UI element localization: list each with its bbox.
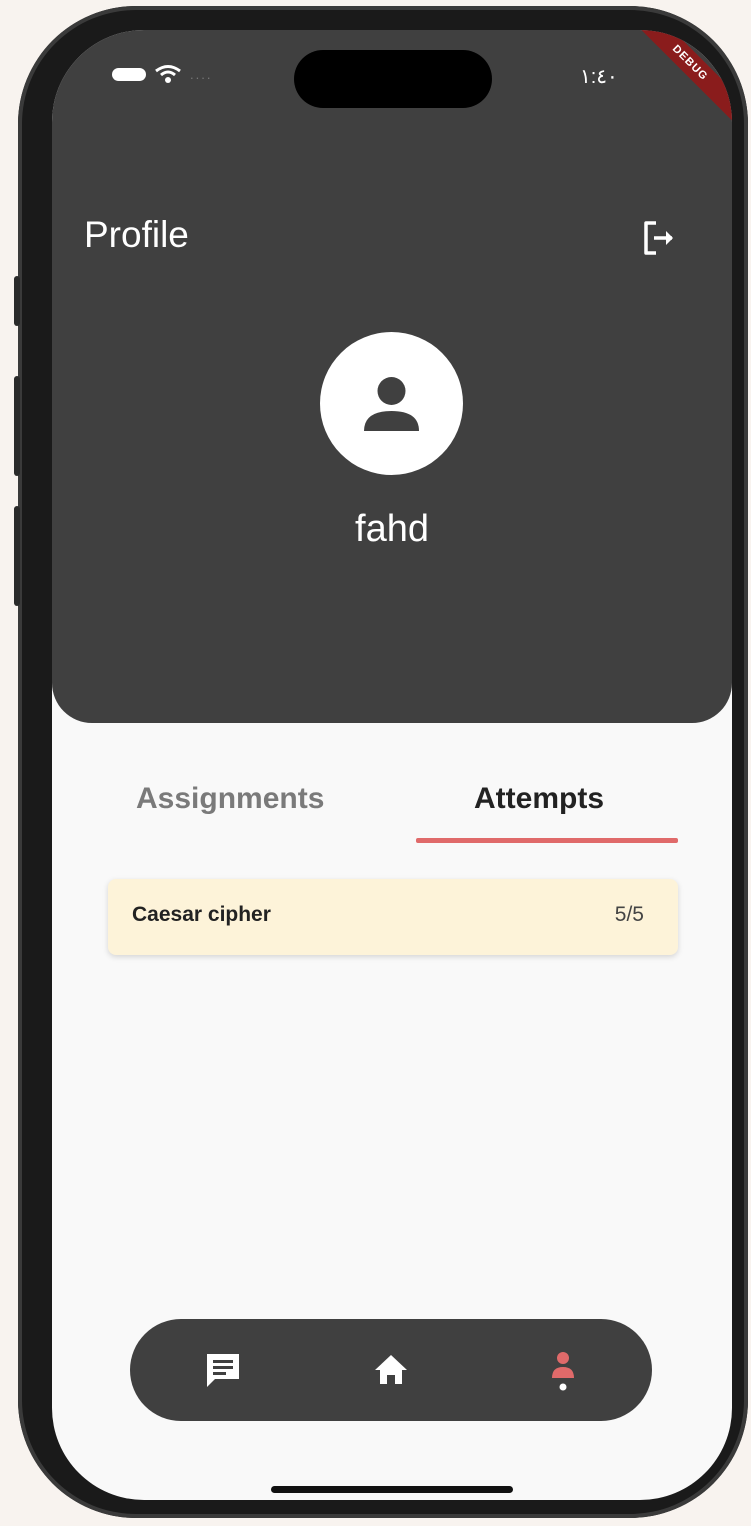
tab-indicator [416, 838, 678, 843]
nav-profile[interactable] [540, 1345, 586, 1395]
home-icon [375, 1355, 407, 1384]
status-bar: .... ١:٤٠ DEBUG [52, 30, 732, 128]
dynamic-island [294, 50, 492, 108]
logout-icon[interactable] [640, 218, 680, 258]
side-button-mute [14, 276, 20, 326]
profile-icon [552, 1352, 574, 1391]
page-title: Profile [84, 214, 189, 255]
signal-dots: .... [190, 66, 213, 82]
profile-header: .... ١:٤٠ DEBUG Profile fahd [52, 30, 732, 723]
app-screen: .... ١:٤٠ DEBUG Profile fahd Assignments… [52, 30, 732, 1500]
wifi-icon [155, 65, 181, 83]
attempt-title: Caesar cipher [132, 903, 271, 926]
side-button-volume-up [14, 376, 20, 476]
tab-bar: Assignments Attempts [82, 770, 702, 844]
side-button-volume-down [14, 506, 20, 606]
debug-banner: DEBUG [625, 30, 732, 128]
avatar [320, 332, 463, 475]
attempt-score: 5/5 [614, 903, 644, 926]
nav-home[interactable] [368, 1345, 414, 1395]
nav-chat[interactable] [200, 1345, 246, 1395]
home-indicator[interactable] [271, 1486, 513, 1493]
person-icon [364, 377, 419, 431]
battery-icon [112, 67, 146, 81]
username: fahd [355, 508, 429, 550]
attempt-card[interactable]: Caesar cipher 5/5 [108, 879, 678, 955]
status-time: ١:٤٠ [580, 66, 618, 88]
bottom-nav [130, 1319, 652, 1421]
status-icons: .... [112, 64, 212, 84]
tab-assignments[interactable]: Assignments [136, 782, 324, 816]
chat-icon [207, 1354, 239, 1387]
tab-attempts[interactable]: Attempts [474, 782, 604, 816]
